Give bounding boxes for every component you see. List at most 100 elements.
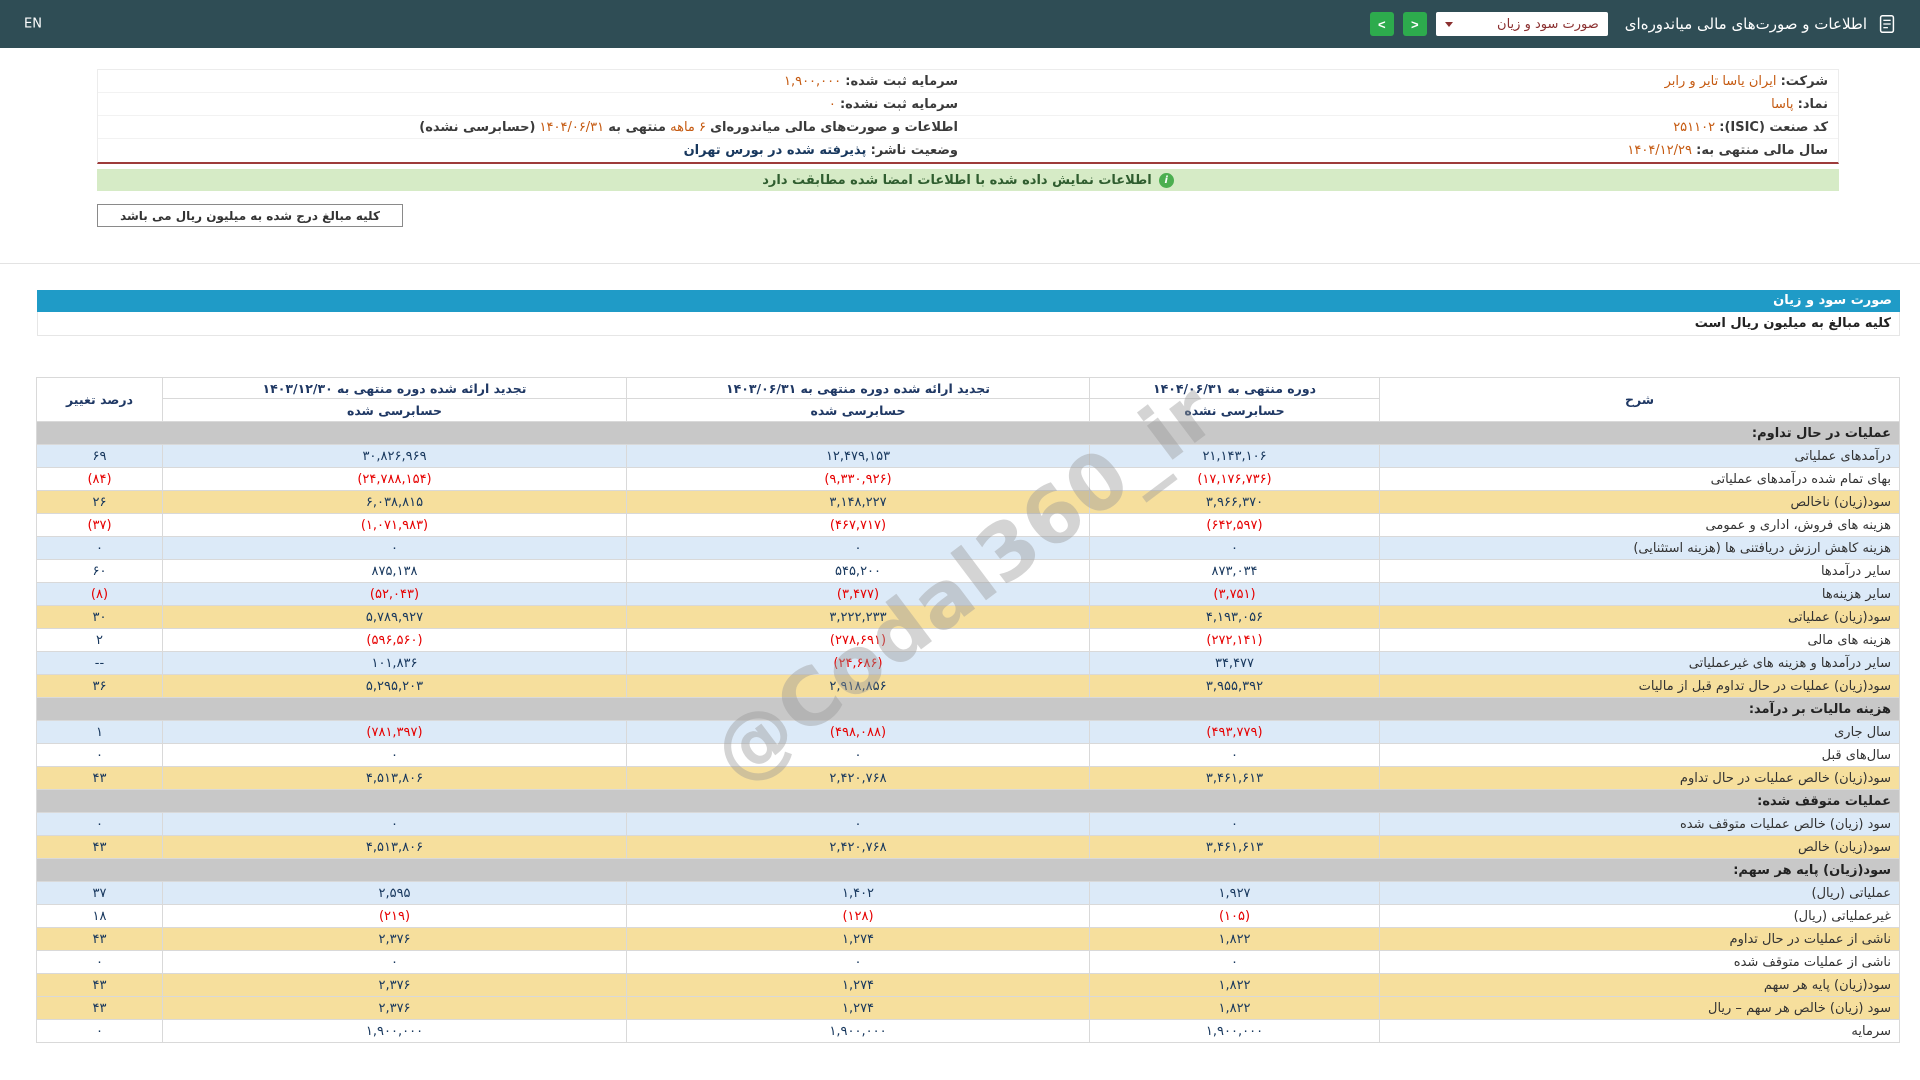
prior-period-value: ۱,۴۰۲ <box>626 881 1090 905</box>
info-row: کد صنعت (ISIC): ۲۵۱۱۰۲ اطلاعات و صورت‌ها… <box>98 116 1838 139</box>
col-header-description: شرح <box>1379 377 1900 422</box>
annual-period-value: (۲۴,۷۸۸,۱۵۴) <box>162 467 627 491</box>
change-percent-value: ۶۰ <box>36 559 163 583</box>
current-period-value: ۴,۱۹۳,۰۵۶ <box>1089 605 1380 629</box>
table-row: سال جاری (۴۹۳,۷۷۹) (۴۹۸,۰۸۸) (۷۸۱,۳۹۷) ۱ <box>36 720 1900 744</box>
current-period-value: (۲۷۲,۱۴۱) <box>1089 628 1380 652</box>
row-label: غیرعملیاتی (ریال) <box>1379 904 1900 928</box>
section-row: عملیات در حال تداوم: <box>36 421 1900 445</box>
unregistered-capital-value: ۰ <box>828 96 836 112</box>
symbol-label: نماد: <box>1797 96 1828 112</box>
million-rial-note: کلیه مبالغ درج شده به میلیون ریال می باش… <box>97 204 403 227</box>
table-header: شرح دوره منتهی به ۱۴۰۴/۰۶/۳۱ تجدید ارائه… <box>36 377 1900 422</box>
registered-capital-field: سرمایه ثبت شده: ۱,۹۰۰,۰۰۰ <box>98 74 968 89</box>
prior-period-value: ۱۲,۴۷۹,۱۵۳ <box>626 444 1090 468</box>
change-percent-value: ۰ <box>36 743 163 767</box>
period-mid: منتهی به <box>608 119 666 135</box>
change-percent-value: ۱۸ <box>36 904 163 928</box>
prior-period-value: ۲,۴۲۰,۷۶۸ <box>626 766 1090 790</box>
unregistered-capital-field: سرمایه ثبت نشده: ۰ <box>98 97 968 112</box>
table-body: عملیات در حال تداوم: درآمدهای عملیاتی ۲۱,۱… <box>36 421 1900 1043</box>
company-value: ایران یاسا تایر و رابر <box>1664 73 1777 89</box>
prior-period-value: ۰ <box>626 812 1090 836</box>
prior-period-value: ۱,۲۷۴ <box>626 973 1090 997</box>
annual-period-value: ۲,۳۷۶ <box>162 996 627 1020</box>
table-row: سایر درآمدها و هزینه های غیرعملیاتی ۳۴,۴۷… <box>36 651 1900 675</box>
language-switch-en[interactable]: EN <box>24 17 42 32</box>
isic-value: ۲۵۱۱۰۲ <box>1673 119 1716 135</box>
annual-period-value: ۰ <box>162 536 627 560</box>
annual-period-value: ۴,۵۱۳,۸۰۶ <box>162 766 627 790</box>
next-statement-button[interactable]: > <box>1402 12 1427 36</box>
change-percent-value: ۴۳ <box>36 927 163 951</box>
annual-period-value: ۰ <box>162 743 627 767</box>
annual-period-value: ۱,۹۰۰,۰۰۰ <box>162 1019 627 1043</box>
previous-statement-button[interactable]: < <box>1369 12 1394 36</box>
annual-period-value: ۱۰۱,۸۳۶ <box>162 651 627 675</box>
annual-period-value: ۶,۰۳۸,۸۱۵ <box>162 490 627 514</box>
table-row: سایر هزینه‌ها (۳,۷۵۱) (۳,۴۷۷) (۵۲,۰۴۳) (۸) <box>36 582 1900 606</box>
prior-period-value: ۰ <box>626 950 1090 974</box>
table-row: سود(زیان) خالص عملیات در حال تداوم ۳,۴۶۱,… <box>36 766 1900 790</box>
current-period-value: (۳,۷۵۱) <box>1089 582 1380 606</box>
table-row: هزینه های فروش، اداری و عمومی (۶۴۲,۵۹۷) (۴… <box>36 513 1900 537</box>
row-label: بهای تمام شده درآمدهای عملیاتی <box>1379 467 1900 491</box>
statement-type-dropdown[interactable]: صورت سود و زیان <box>1435 12 1608 36</box>
signed-data-banner: i اطلاعات نمایش داده شده با اطلاعات امضا… <box>97 169 1839 191</box>
col-header-change-percent: درصد تغییر <box>36 377 163 422</box>
row-label: سود(زیان) عملیات در حال تداوم قبل از مال… <box>1379 674 1900 698</box>
annual-period-value: ۲,۵۹۵ <box>162 881 627 905</box>
row-label: ناشی از عملیات متوقف شده <box>1379 950 1900 974</box>
change-percent-value: -- <box>36 651 163 675</box>
current-period-value: ۰ <box>1089 812 1380 836</box>
prior-period-value: ۱,۲۷۴ <box>626 927 1090 951</box>
table-row: ناشی از عملیات در حال تداوم ۱,۸۲۲ ۱,۲۷۴ ۲,۳… <box>36 927 1900 951</box>
profit-loss-table: شرح دوره منتهی به ۱۴۰۴/۰۶/۳۱ تجدید ارائه… <box>36 377 1900 1043</box>
page-title: اطلاعات و صورت‌های مالی میاندوره‌ای <box>1624 15 1867 33</box>
current-period-value: (۴۹۳,۷۷۹) <box>1089 720 1380 744</box>
row-label: سایر درآمدها <box>1379 559 1900 583</box>
period-suffix: (حسابرسی نشده) <box>419 119 536 135</box>
prior-period-value: (۳,۴۷۷) <box>626 582 1090 606</box>
col-subheader-annual-audit-status: حسابرسی شده <box>162 398 627 422</box>
col-subheader-current-audit-status: حسابرسی نشده <box>1089 398 1380 422</box>
prior-period-value: (۲۴,۶۸۶) <box>626 651 1090 675</box>
annual-period-value: (۷۸۱,۳۹۷) <box>162 720 627 744</box>
current-period-value: ۱,۹۰۰,۰۰۰ <box>1089 1019 1380 1043</box>
current-period-value: ۱,۸۲۲ <box>1089 973 1380 997</box>
table-row: درآمدهای عملیاتی ۲۱,۱۴۳,۱۰۶ ۱۲,۴۷۹,۱۵۳ ۳۰,۸… <box>36 444 1900 468</box>
change-percent-value: ۶۹ <box>36 444 163 468</box>
row-label: سایر هزینه‌ها <box>1379 582 1900 606</box>
current-period-value: ۳۴,۴۷۷ <box>1089 651 1380 675</box>
row-label: سال جاری <box>1379 720 1900 744</box>
section-row: عملیات متوقف شده: <box>36 789 1900 813</box>
annual-period-value: ۲,۳۷۶ <box>162 927 627 951</box>
table-row: سود(زیان) ناخالص ۳,۹۶۶,۳۷۰ ۳,۱۴۸,۲۲۷ ۶,۰۳۸,… <box>36 490 1900 514</box>
period-duration: ۶ ماهه <box>670 119 706 135</box>
fiscal-year-value: ۱۴۰۴/۱۲/۲۹ <box>1627 143 1692 158</box>
section-label: سود(زیان) پایه هر سهم: <box>36 858 1900 882</box>
profit-loss-statement: صورت سود و زیان کلیه مبالغ به میلیون ریا… <box>36 290 1900 1043</box>
row-label: سود(زیان) عملیاتی <box>1379 605 1900 629</box>
row-label: سود(زیان) خالص عملیات در حال تداوم <box>1379 766 1900 790</box>
change-percent-value: ۰ <box>36 812 163 836</box>
current-period-value: (۱۰۵) <box>1089 904 1380 928</box>
row-label: سود (زیان) خالص هر سهم – ریال <box>1379 996 1900 1020</box>
col-header-current-period: دوره منتهی به ۱۴۰۴/۰۶/۳۱ <box>1089 377 1380 399</box>
change-percent-value: ۰ <box>36 536 163 560</box>
publisher-status-value: پذیرفته شده در بورس تهران <box>683 143 867 158</box>
period-date: ۱۴۰۴/۰۶/۳۱ <box>539 119 605 135</box>
annual-period-value: ۵,۲۹۵,۲۰۳ <box>162 674 627 698</box>
annual-period-value: ۵,۷۸۹,۹۲۷ <box>162 605 627 629</box>
fiscal-year-label: سال مالی منتهی به: <box>1696 143 1828 158</box>
current-period-value: ۰ <box>1089 743 1380 767</box>
change-percent-value: ۳۰ <box>36 605 163 629</box>
prior-period-value: ۲,۴۲۰,۷۶۸ <box>626 835 1090 859</box>
table-row: هزینه های مالی (۲۷۲,۱۴۱) (۲۷۸,۶۹۱) (۵۹۶,۵۶۰… <box>36 628 1900 652</box>
symbol-value: پاسا <box>1771 96 1794 112</box>
isic-label: کد صنعت (ISIC): <box>1719 119 1828 135</box>
annual-period-value: (۵۲,۰۴۳) <box>162 582 627 606</box>
change-percent-value: ۱ <box>36 720 163 744</box>
info-row: سال مالی منتهی به: ۱۴۰۴/۱۲/۲۹ وضعیت ناشر… <box>98 139 1838 162</box>
row-label: سود(زیان) خالص <box>1379 835 1900 859</box>
